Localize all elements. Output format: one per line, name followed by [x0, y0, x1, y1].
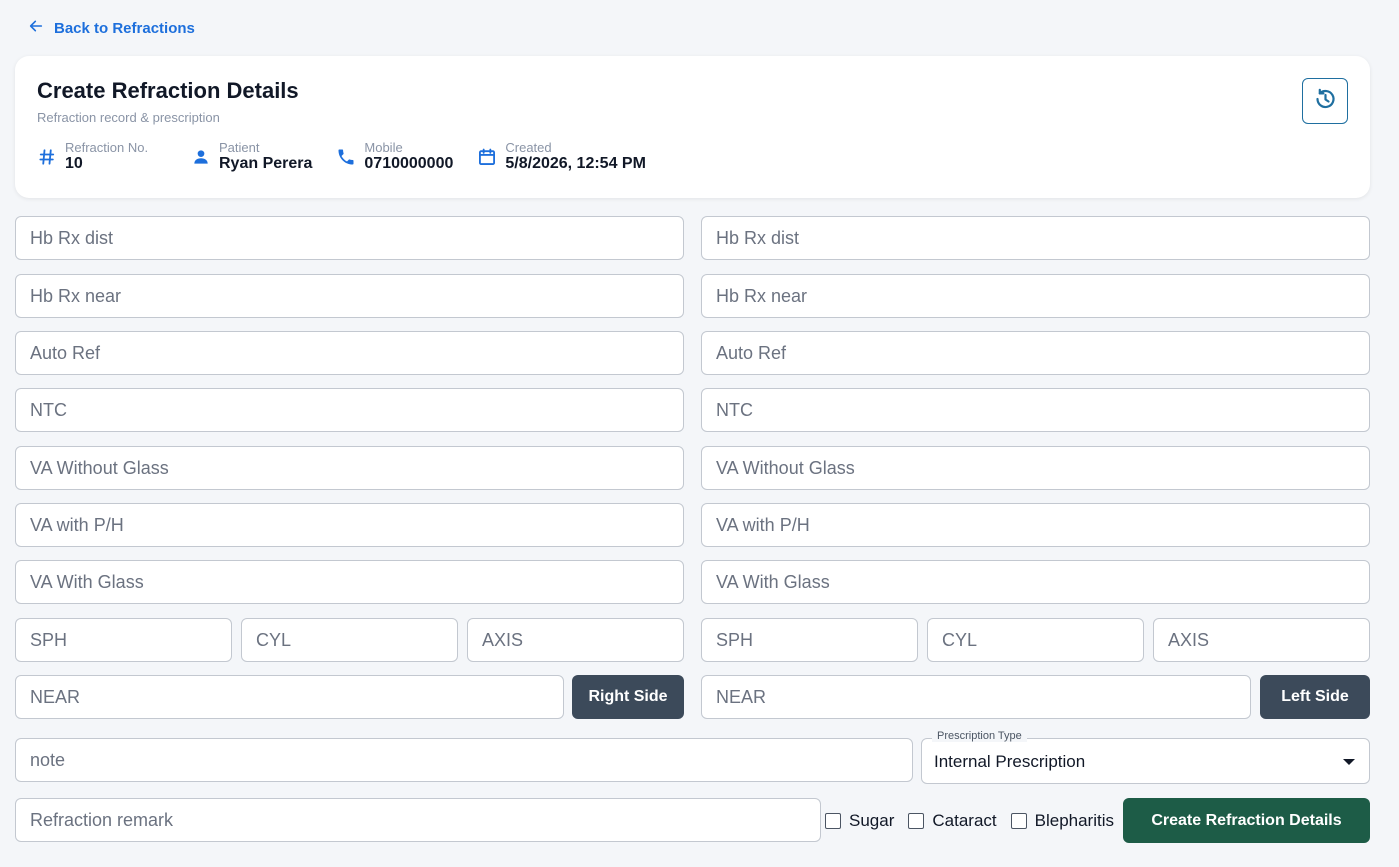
right-sph-input[interactable]: [15, 618, 232, 662]
patient-value: Ryan Perera: [219, 155, 313, 172]
header-card: Create Refraction Details Refraction rec…: [15, 56, 1370, 198]
cataract-checkbox-label: Cataract: [932, 811, 997, 830]
created-value: 5/8/2026, 12:54 PM: [505, 155, 646, 172]
sugar-checkbox[interactable]: Sugar: [825, 811, 894, 831]
right-va-with-glass-input[interactable]: [15, 560, 684, 604]
refraction-no-value: 10: [65, 155, 83, 172]
left-hb-rx-dist-input[interactable]: [701, 216, 1370, 260]
checkbox-icon[interactable]: [825, 813, 841, 829]
prescription-type-label: Prescription Type: [932, 730, 1027, 742]
prescription-type-select[interactable]: Prescription Type Internal Prescription: [921, 730, 1370, 784]
right-va-without-glass-input[interactable]: [15, 446, 684, 490]
condition-checkboxes: Sugar Cataract Blepharitis: [825, 808, 1128, 834]
created-label: Created: [505, 140, 552, 155]
cataract-checkbox[interactable]: Cataract: [908, 811, 997, 831]
patient-label: Patient: [219, 140, 260, 155]
left-sph-input[interactable]: [701, 618, 918, 662]
blepharitis-checkbox-label: Blepharitis: [1034, 811, 1114, 830]
arrow-left-icon: [28, 18, 44, 38]
calendar-icon: [477, 147, 497, 167]
note-input[interactable]: [15, 738, 913, 782]
phone-icon: [336, 147, 356, 167]
left-auto-ref-input[interactable]: [701, 331, 1370, 375]
right-ntc-input[interactable]: [15, 388, 684, 432]
checkbox-icon[interactable]: [908, 813, 925, 829]
mobile-label: Mobile: [364, 140, 403, 155]
right-axis-input[interactable]: [467, 618, 684, 662]
blepharitis-checkbox[interactable]: Blepharitis: [1010, 811, 1114, 831]
right-cyl-input[interactable]: [241, 618, 458, 662]
right-hb-rx-near-input[interactable]: [15, 274, 684, 318]
right-hb-rx-dist-input[interactable]: [15, 216, 684, 260]
right-side-button[interactable]: Right Side: [572, 675, 684, 719]
meta-mobile: Mobile 0710000000: [336, 141, 453, 173]
right-va-with-ph-input[interactable]: [15, 503, 684, 547]
left-side-button[interactable]: Left Side: [1260, 675, 1370, 719]
meta-row: Refraction No. 10 Patient Ryan Perera Mo…: [37, 141, 670, 173]
left-va-with-ph-input[interactable]: [701, 503, 1370, 547]
checkbox-icon[interactable]: [1010, 813, 1027, 829]
person-icon: [191, 147, 211, 167]
meta-created: Created 5/8/2026, 12:54 PM: [477, 141, 646, 173]
page-subtitle: Refraction record & prescription: [37, 110, 220, 125]
back-link-label: Back to Refractions: [54, 19, 195, 37]
history-button[interactable]: [1302, 78, 1348, 124]
create-refraction-details-button[interactable]: Create Refraction Details: [1123, 798, 1370, 843]
mobile-value: 0710000000: [364, 155, 454, 172]
prescription-type-value: Internal Prescription: [934, 752, 1086, 771]
left-near-input[interactable]: [701, 675, 1251, 719]
refraction-no-label: Refraction No.: [65, 140, 149, 155]
left-ntc-input[interactable]: [701, 388, 1370, 432]
left-va-with-glass-input[interactable]: [701, 560, 1370, 604]
back-to-refractions-link[interactable]: Back to Refractions: [28, 18, 195, 38]
history-icon: [1313, 87, 1337, 116]
left-cyl-input[interactable]: [927, 618, 1144, 662]
refraction-remark-input[interactable]: [15, 798, 821, 842]
meta-patient: Patient Ryan Perera: [191, 141, 312, 173]
left-va-without-glass-input[interactable]: [701, 446, 1370, 490]
caret-down-icon: [1343, 759, 1355, 765]
right-near-input[interactable]: [15, 675, 564, 719]
left-hb-rx-near-input[interactable]: [701, 274, 1370, 318]
meta-refraction-no: Refraction No. 10: [37, 141, 167, 173]
left-axis-input[interactable]: [1153, 618, 1370, 662]
page-title: Create Refraction Details: [37, 78, 299, 103]
hash-icon: [37, 147, 57, 167]
right-auto-ref-input[interactable]: [15, 331, 684, 375]
sugar-checkbox-label: Sugar: [849, 811, 895, 830]
